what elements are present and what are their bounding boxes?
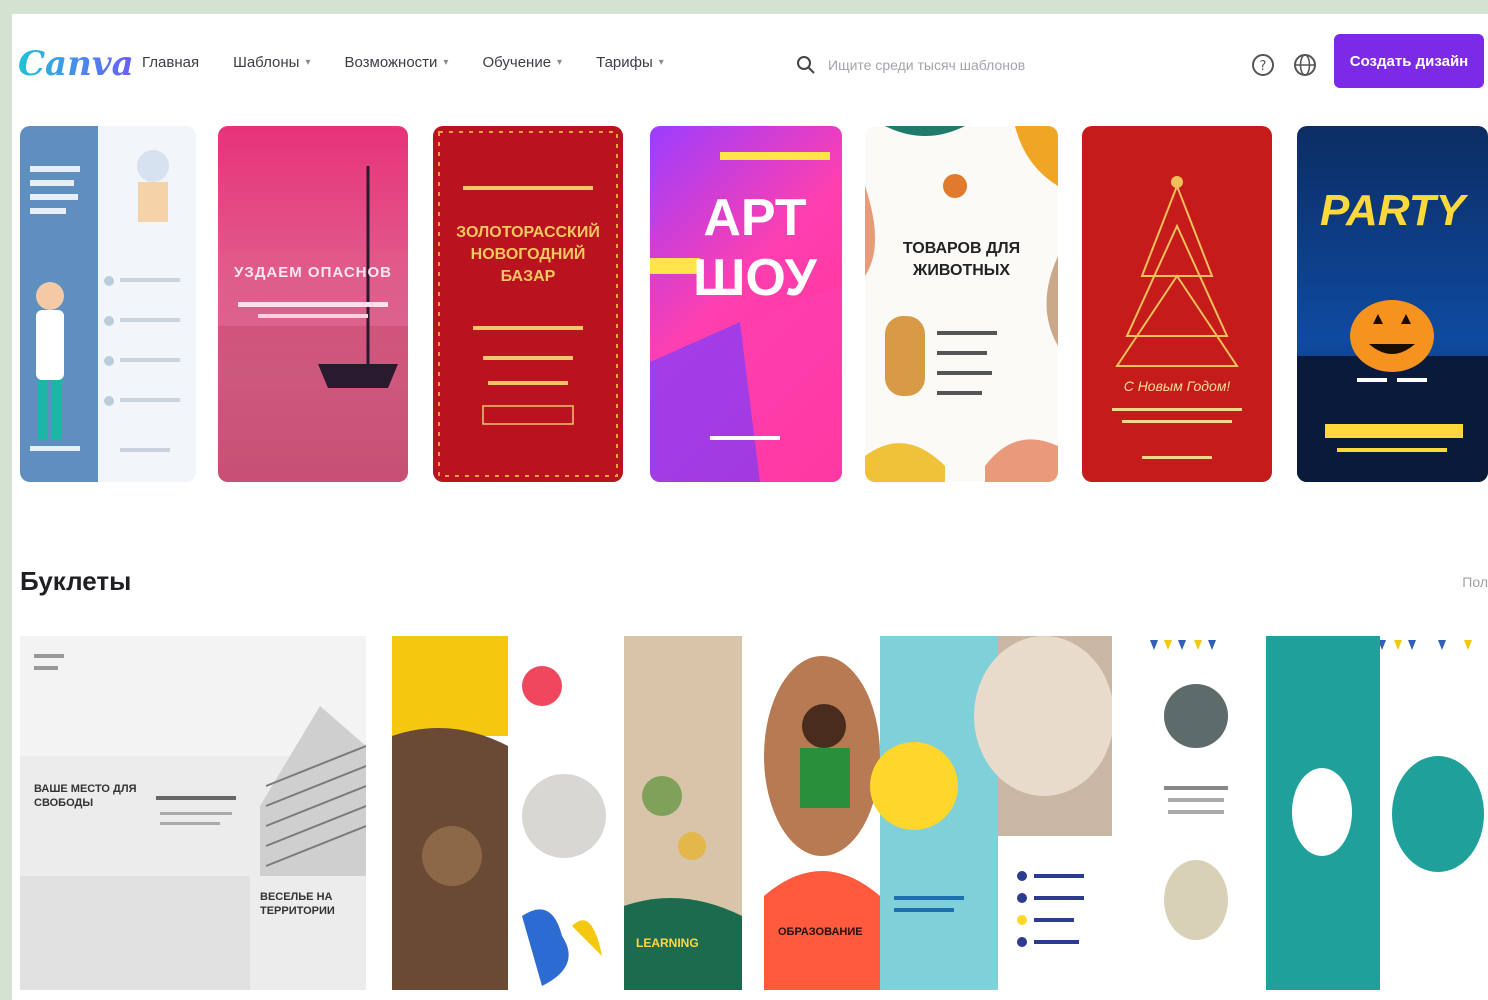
template-preview	[1150, 636, 1484, 990]
booklet-text: ВАШЕ МЕСТО ДЛЯ СВОБОДЫ	[34, 783, 137, 809]
poster-title: С Новым Годом!	[1123, 378, 1231, 394]
booklet-text: LEARNING	[636, 936, 699, 950]
poster-title: УЗДАЕМ ОПАСНОВ	[234, 264, 392, 281]
template-card-booklet-education[interactable]: ОБРАЗОВАНИЕ	[764, 636, 1112, 990]
nav-item-label: Шаблоны	[233, 54, 300, 71]
nav-item-label: Обучение	[482, 54, 552, 71]
booklet-text-secondary: ВЕСЕЛЬЕ НА ТЕРРИТОРИИ	[260, 891, 335, 917]
template-preview	[865, 126, 1058, 482]
booklet-text: ОБРАЗОВАНИЕ	[778, 926, 863, 938]
see-all-link[interactable]: Пол	[1462, 574, 1488, 590]
template-preview	[218, 166, 408, 482]
nav-item-label: Возможности	[344, 54, 438, 71]
template-card-art-show[interactable]: АРТ ШОУ	[650, 126, 842, 482]
search-input[interactable]	[826, 56, 1210, 74]
template-card-new-year-tree[interactable]: С Новым Годом!	[1082, 126, 1272, 482]
template-card-pet-store[interactable]: ТОВАРОВ ДЛЯ ЖИВОТНЫХ	[865, 126, 1058, 482]
nav-item-pricing[interactable]: Тарифы ▾	[596, 54, 664, 71]
nav-item-label: Тарифы	[596, 54, 653, 71]
poster-title: PARTY	[1319, 186, 1466, 235]
chevron-down-icon: ▾	[305, 57, 311, 68]
template-card-christmas-bazaar[interactable]: ЗОЛОТОРАССКИЙ НОВОГОДНИЙ БАЗАР	[433, 126, 623, 482]
search-icon[interactable]	[796, 55, 816, 75]
template-card-booklet-kids[interactable]: LEARNING	[392, 636, 742, 990]
globe-icon[interactable]	[1292, 52, 1318, 78]
template-card-booklet-teal[interactable]	[1138, 636, 1488, 990]
template-preview	[438, 131, 618, 477]
illustration	[30, 166, 80, 451]
template-preview	[1112, 176, 1242, 459]
chevron-down-icon: ▾	[557, 57, 563, 68]
chevron-down-icon: ▾	[658, 57, 664, 68]
template-card-halloween-party[interactable]: PARTY	[1297, 126, 1488, 482]
top-navbar: Canva Главная Шаблоны ▾ Возможности ▾ Об…	[12, 14, 1488, 110]
page-frame: Canva Главная Шаблоны ▾ Возможности ▾ Об…	[12, 14, 1488, 1000]
template-preview	[20, 636, 366, 990]
template-card-pink-sea[interactable]: УЗДАЕМ ОПАСНОВ	[218, 126, 408, 482]
search-bar[interactable]	[792, 44, 1234, 86]
nav-item-features[interactable]: Возможности ▾	[344, 54, 448, 71]
template-preview	[1297, 300, 1488, 482]
illustration	[104, 150, 180, 452]
nav-item-templates[interactable]: Шаблоны ▾	[233, 54, 310, 71]
svg-text:?: ?	[1260, 59, 1267, 74]
template-card-brochure-blue[interactable]	[20, 126, 196, 482]
poster-title: ЗОЛОТОРАССКИЙ НОВОГОДНИЙ БАЗАР	[456, 224, 600, 285]
help-icon[interactable]: ?	[1250, 52, 1276, 78]
nav-item-learn[interactable]: Обучение ▾	[482, 54, 562, 71]
template-preview-right	[98, 126, 196, 482]
create-design-button[interactable]: Создать дизайн	[1334, 34, 1484, 88]
nav-item-home[interactable]: Главная	[142, 54, 199, 71]
nav-item-label: Главная	[142, 54, 200, 71]
template-preview	[20, 126, 98, 482]
poster-title: ТОВАРОВ ДЛЯ ЖИВОТНЫХ	[902, 240, 1021, 279]
poster-title: АРТ ШОУ	[693, 189, 817, 307]
section-title-booklets: Буклеты	[20, 566, 132, 596]
main-nav: Главная Шаблоны ▾ Возможности ▾ Обучение…	[142, 54, 664, 71]
canva-logo[interactable]: Canva	[18, 44, 134, 84]
chevron-down-icon: ▾	[443, 57, 449, 68]
template-card-booklet-architecture[interactable]: ВАШЕ МЕСТО ДЛЯ СВОБОДЫ ВЕСЕЛЬЕ НА ТЕРРИТ…	[20, 636, 366, 990]
